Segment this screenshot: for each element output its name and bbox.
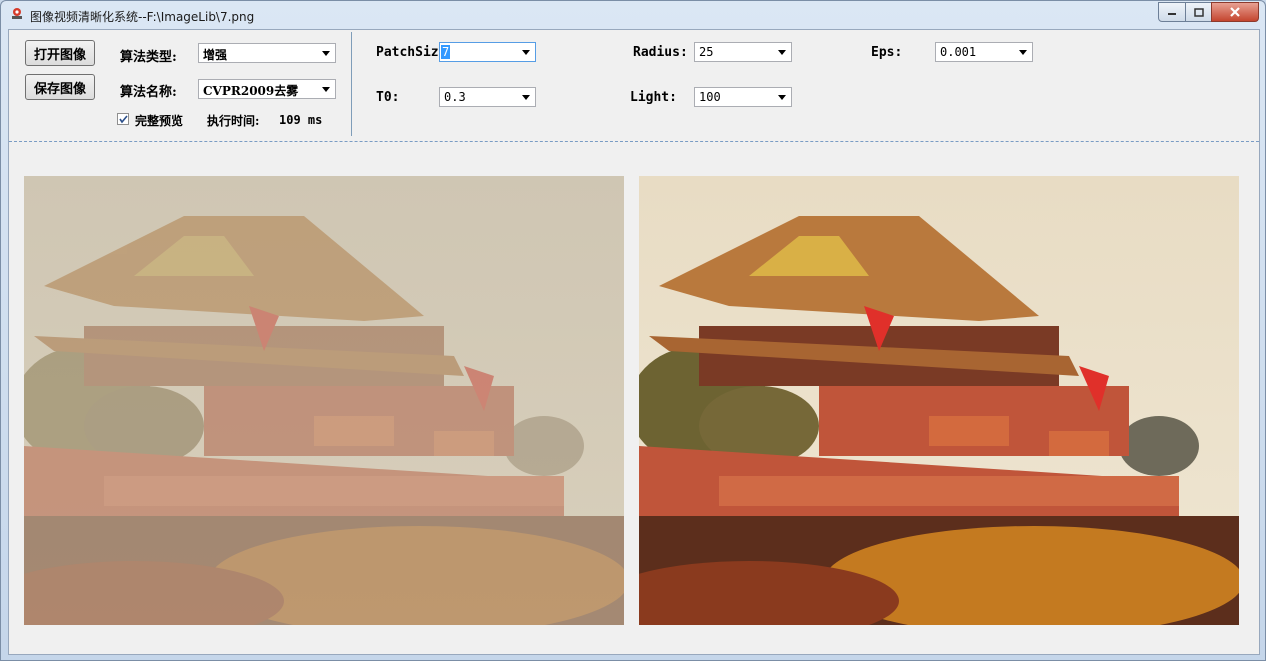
- toolbar-divider: [351, 32, 352, 136]
- patchsize-select[interactable]: 7: [439, 42, 536, 62]
- checkmark-icon: [119, 115, 128, 124]
- dropdown-arrow-icon: [322, 87, 330, 92]
- exec-time-label: 执行时间:: [207, 114, 260, 128]
- close-button[interactable]: [1211, 2, 1259, 22]
- radius-label: Radius:: [633, 45, 688, 60]
- dropdown-arrow-icon: [522, 95, 530, 100]
- radius-value: 25: [699, 45, 714, 59]
- t0-select[interactable]: 0.3: [439, 87, 536, 107]
- eps-label: Eps:: [871, 45, 903, 60]
- light-value: 100: [699, 90, 721, 104]
- full-preview-checkbox[interactable]: [117, 113, 129, 125]
- dropdown-arrow-icon: [322, 51, 330, 56]
- patchsize-value: 7: [441, 45, 451, 59]
- dropdown-arrow-icon: [1019, 50, 1027, 55]
- close-icon: [1230, 7, 1240, 17]
- dropdown-arrow-icon: [522, 50, 530, 55]
- t0-value: 0.3: [444, 90, 466, 104]
- app-icon: [12, 8, 22, 19]
- maximize-icon: [1193, 7, 1204, 17]
- window-title: 图像视频清晰化系统--F:\ImageLib\7.png: [30, 10, 255, 24]
- algorithm-type-value: 增强: [203, 48, 228, 62]
- toolbar-bottom-divider: [9, 141, 1259, 142]
- full-preview-label: 完整预览: [135, 114, 184, 128]
- eps-select[interactable]: 0.001: [935, 42, 1033, 62]
- light-label: Light:: [630, 90, 677, 105]
- algorithm-name-label: 算法名称:: [120, 85, 177, 100]
- main-panel: 打开图像 保存图像 算法类型: 增强 算法名称: CVPR2009去雾 完整预览…: [8, 29, 1260, 655]
- title-bar[interactable]: 图像视频清晰化系统--F:\ImageLib\7.png: [1, 1, 1265, 29]
- algorithm-type-select[interactable]: 增强: [198, 43, 336, 63]
- dropdown-arrow-icon: [778, 95, 786, 100]
- exec-time-value: 109 ms: [279, 113, 323, 127]
- minimize-button[interactable]: [1158, 2, 1186, 22]
- algorithm-name-value: CVPR2009去雾: [203, 84, 299, 98]
- eps-value: 0.001: [940, 45, 977, 59]
- hazy-input-image: [24, 176, 624, 625]
- algorithm-name-select[interactable]: CVPR2009去雾: [198, 79, 336, 99]
- light-select[interactable]: 100: [694, 87, 792, 107]
- save-image-button[interactable]: 保存图像: [25, 74, 95, 100]
- patchsize-label: PatchSiz: [376, 45, 439, 60]
- dehazed-output-image: [639, 176, 1239, 625]
- maximize-button[interactable]: [1185, 2, 1212, 22]
- dropdown-arrow-icon: [778, 50, 786, 55]
- radius-select[interactable]: 25: [694, 42, 792, 62]
- app-window: 图像视频清晰化系统--F:\ImageLib\7.png 打开图像 保存图像 算…: [0, 0, 1266, 661]
- minimize-icon: [1168, 13, 1176, 15]
- algorithm-type-label: 算法类型:: [120, 50, 177, 65]
- open-image-button[interactable]: 打开图像: [25, 40, 95, 66]
- t0-label: T0:: [376, 90, 400, 105]
